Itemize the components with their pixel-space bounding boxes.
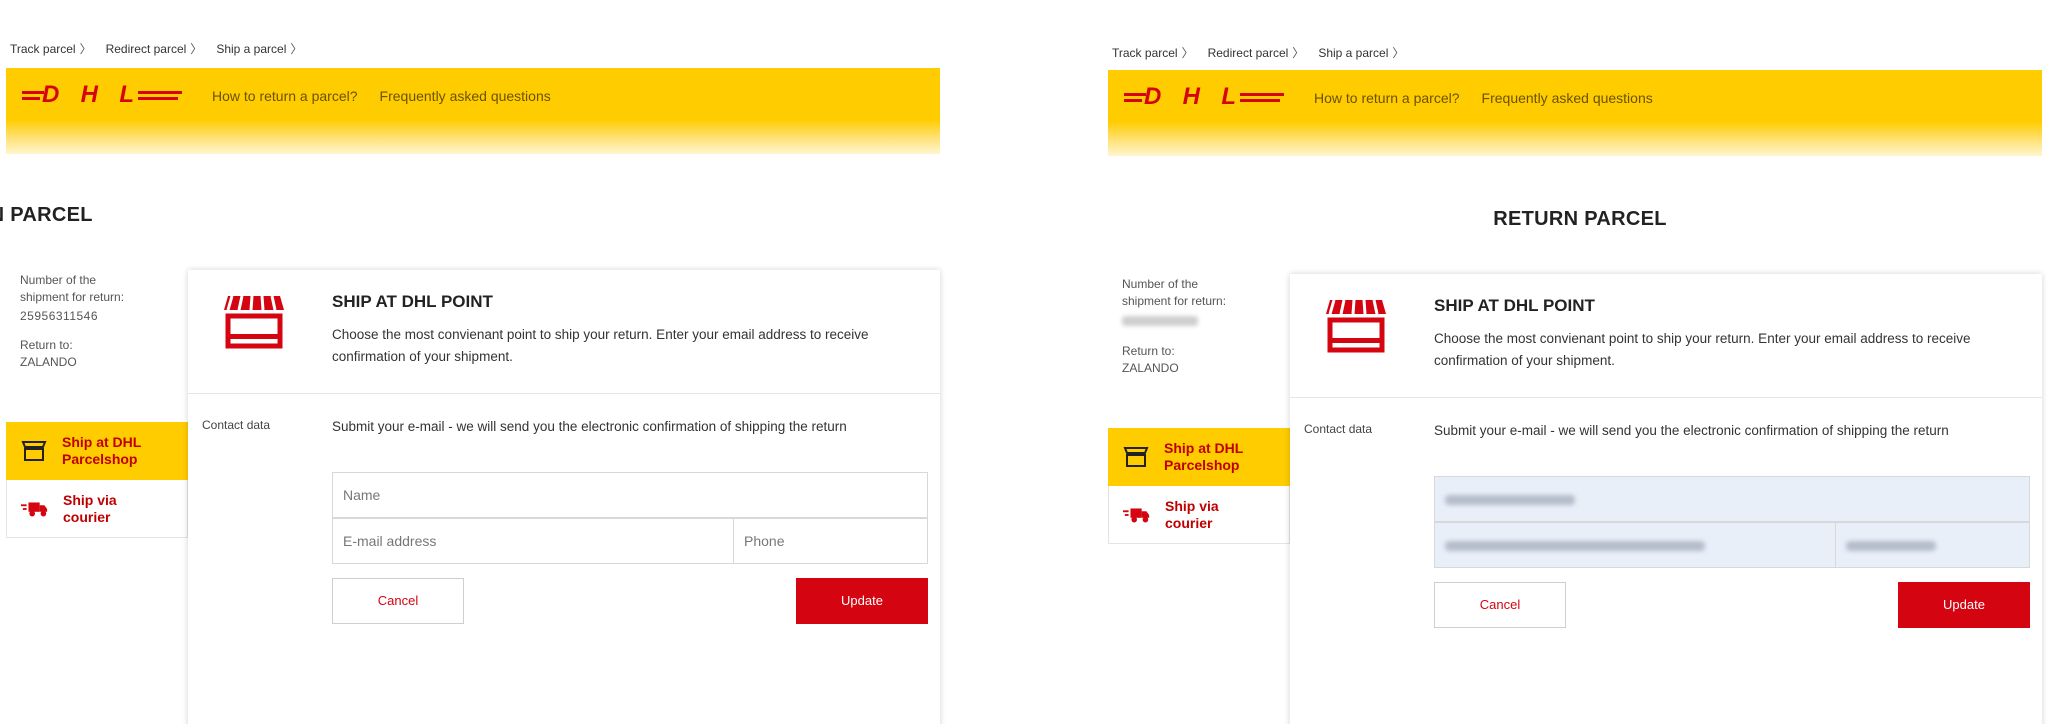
return-to-label: Return to: bbox=[20, 338, 73, 352]
page-title: RETURN PARCEL bbox=[0, 204, 93, 226]
breadcrumb-track-parcel[interactable]: Track parcel 〉 bbox=[10, 40, 92, 57]
link-how-to-return[interactable]: How to return a parcel? bbox=[212, 88, 358, 104]
contact-description: Submit your e-mail - we will send you th… bbox=[1434, 423, 1949, 438]
return-to-value: ZALANDO bbox=[20, 355, 77, 369]
shipping-method-nav: Ship at DHL Parcelshop Ship via courier bbox=[1108, 428, 1304, 544]
email-input[interactable]: E-mail address bbox=[332, 518, 734, 564]
update-button[interactable]: Update bbox=[796, 578, 928, 624]
breadcrumb-redirect-parcel[interactable]: Redirect parcel 〉 bbox=[106, 40, 203, 57]
breadcrumb-ship-parcel[interactable]: Ship a parcel 〉 bbox=[216, 40, 302, 57]
ship-at-dhl-point-card: SHIP AT DHL POINT Choose the most convie… bbox=[1290, 274, 2042, 724]
dhl-logo[interactable]: DHL bbox=[1124, 84, 1284, 108]
contact-data-label: Contact data bbox=[202, 418, 271, 432]
contact-description: Submit your e-mail - we will send you th… bbox=[332, 419, 847, 434]
breadcrumb-track-parcel[interactable]: Track parcel 〉 bbox=[1112, 44, 1194, 61]
nav-ship-parcelshop[interactable]: Ship at DHL Parcelshop bbox=[1108, 428, 1304, 486]
nav-ship-parcelshop-label: Ship at DHL Parcelshop bbox=[62, 434, 142, 467]
shipping-method-nav: Ship at DHL Parcelshop Ship via courier bbox=[6, 422, 202, 538]
card-description: Choose the most convienant point to ship… bbox=[1434, 331, 1971, 368]
return-to-value: ZALANDO bbox=[1122, 361, 1179, 375]
update-button[interactable]: Update bbox=[1898, 582, 2030, 628]
redacted-email bbox=[1445, 541, 1705, 552]
svg-text:DHL: DHL bbox=[42, 82, 134, 106]
truck-icon bbox=[1123, 506, 1151, 524]
nav-ship-courier[interactable]: Ship via courier bbox=[6, 480, 188, 538]
shipment-info: Number of the shipment for return: 25956… bbox=[20, 272, 130, 371]
redacted-name bbox=[1445, 495, 1575, 506]
nav-ship-parcelshop-label: Ship at DHL Parcelshop bbox=[1164, 440, 1244, 473]
breadcrumb-ship-parcel[interactable]: Ship a parcel 〉 bbox=[1318, 44, 1404, 61]
name-input[interactable]: Name bbox=[332, 472, 928, 518]
nav-ship-courier[interactable]: Ship via courier bbox=[1108, 486, 1290, 544]
shipment-number-label: Number of the shipment for return: bbox=[1122, 277, 1227, 308]
card-title: SHIP AT DHL POINT bbox=[332, 292, 493, 311]
shop-icon bbox=[224, 295, 284, 349]
phone-input[interactable]: Phone bbox=[733, 518, 928, 564]
link-how-to-return[interactable]: How to return a parcel? bbox=[1314, 90, 1460, 106]
shop-icon bbox=[20, 440, 48, 462]
email-input[interactable] bbox=[1434, 522, 1836, 568]
card-description: Choose the most convienant point to ship… bbox=[332, 327, 869, 364]
return-to-label: Return to: bbox=[1122, 344, 1175, 358]
header-banner: DHL How to return a parcel? Frequently a… bbox=[1108, 70, 2042, 156]
shop-icon bbox=[1326, 299, 1386, 353]
breadcrumb: Track parcel 〉 Redirect parcel 〉 Ship a pa… bbox=[1112, 44, 1404, 61]
cancel-button[interactable]: Cancel bbox=[1434, 582, 1566, 628]
cancel-button[interactable]: Cancel bbox=[332, 578, 464, 624]
truck-icon bbox=[21, 500, 49, 518]
shipment-number-redacted bbox=[1122, 310, 1232, 331]
link-faq[interactable]: Frequently asked questions bbox=[1482, 90, 1653, 106]
breadcrumb: Track parcel 〉 Redirect parcel 〉 Ship a pa… bbox=[10, 40, 302, 57]
nav-ship-parcelshop[interactable]: Ship at DHL Parcelshop bbox=[6, 422, 202, 480]
shipment-number-label: Number of the shipment for return: bbox=[20, 273, 125, 304]
card-title: SHIP AT DHL POINT bbox=[1434, 296, 1595, 315]
page-title: RETURN PARCEL bbox=[1493, 208, 1667, 230]
breadcrumb-redirect-parcel[interactable]: Redirect parcel 〉 bbox=[1208, 44, 1305, 61]
dhl-logo[interactable]: DHL bbox=[22, 82, 182, 106]
nav-ship-courier-label: Ship via courier bbox=[63, 491, 117, 525]
ship-at-dhl-point-card: SHIP AT DHL POINT Choose the most convie… bbox=[188, 270, 940, 724]
phone-input[interactable] bbox=[1835, 522, 2030, 568]
panel-empty-form: Track parcel 〉 Redirect parcel 〉 Ship a pa… bbox=[0, 0, 946, 724]
shipment-info: Number of the shipment for return: Retur… bbox=[1122, 276, 1232, 377]
contact-data-label: Contact data bbox=[1304, 422, 1373, 436]
shipment-number: 25956311546 bbox=[20, 309, 99, 323]
shop-icon bbox=[1122, 446, 1150, 468]
link-faq[interactable]: Frequently asked questions bbox=[380, 88, 551, 104]
svg-text:DHL: DHL bbox=[1144, 84, 1236, 108]
panel-filled-form: Track parcel 〉 Redirect parcel 〉 Ship a pa… bbox=[1108, 0, 2048, 724]
nav-ship-courier-label: Ship via courier bbox=[1165, 497, 1219, 531]
redacted-phone bbox=[1846, 541, 1936, 552]
name-input[interactable] bbox=[1434, 476, 2030, 522]
header-banner: DHL How to return a parcel? Frequently a… bbox=[6, 68, 940, 154]
